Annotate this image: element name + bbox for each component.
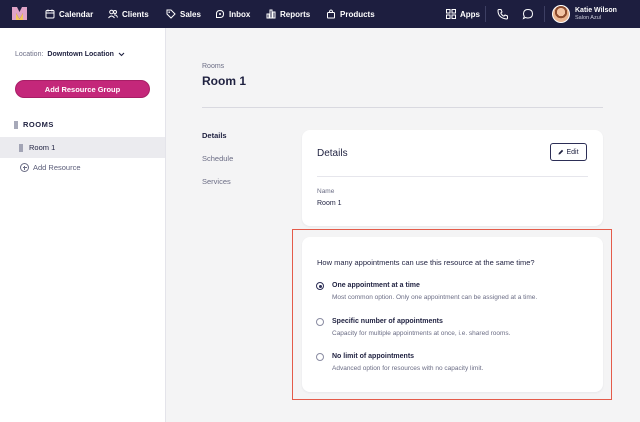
subnav-schedule[interactable]: Schedule xyxy=(202,154,233,163)
user-menu[interactable]: Katie Wilson Salon Azul xyxy=(552,4,617,24)
sidebar-item-label: Room 1 xyxy=(29,143,56,152)
radio-selected[interactable] xyxy=(316,282,324,290)
calendar-icon xyxy=(45,9,55,19)
nav-apps[interactable]: Apps xyxy=(446,0,480,28)
location-value: Downtown Location xyxy=(47,51,114,58)
top-navigation-bar: Calendar Clients Sales Inbox Reports Pro… xyxy=(0,0,640,28)
inbox-icon xyxy=(216,9,225,18)
header-divider xyxy=(202,107,603,108)
nav-clients[interactable]: Clients xyxy=(108,0,149,28)
subnav-details[interactable]: Details xyxy=(202,131,227,140)
details-card: Details Edit Name Room 1 xyxy=(302,130,603,226)
capacity-option-one[interactable]: One appointment at a time Most common op… xyxy=(316,281,537,302)
plus-circle-icon xyxy=(20,163,29,172)
name-field-label: Name xyxy=(317,188,335,195)
logo-icon[interactable] xyxy=(12,7,27,20)
nav-clients-label: Clients xyxy=(122,9,149,19)
details-card-title: Details xyxy=(317,148,348,159)
drag-handle-icon[interactable] xyxy=(19,143,23,152)
capacity-option-unlimited[interactable]: No limit of appointments Advanced option… xyxy=(316,352,483,373)
chevron-down-icon xyxy=(118,52,125,57)
radio-unselected[interactable] xyxy=(316,353,324,361)
option-title: No limit of appointments xyxy=(332,353,415,360)
chat-icon[interactable] xyxy=(522,8,534,20)
apps-grid-icon xyxy=(446,9,456,19)
bar-chart-icon xyxy=(266,9,276,19)
edit-button-label: Edit xyxy=(566,148,579,156)
nav-sales-label: Sales xyxy=(180,9,201,19)
capacity-option-specific[interactable]: Specific number of appointments Capacity… xyxy=(316,317,510,338)
nav-apps-label: Apps xyxy=(460,9,480,19)
card-divider xyxy=(317,176,588,177)
page-title: Room 1 xyxy=(202,74,247,88)
add-resource-link[interactable]: Add Resource xyxy=(20,163,81,172)
phone-icon[interactable] xyxy=(497,8,509,20)
nav-divider xyxy=(485,6,486,22)
nav-inbox[interactable]: Inbox xyxy=(215,0,250,28)
drag-handle-icon[interactable] xyxy=(14,120,18,129)
nav-divider xyxy=(544,6,545,22)
sidebar-item-room-1[interactable]: Room 1 xyxy=(0,137,165,158)
resources-sidebar: Location: Downtown Location Add Resource… xyxy=(0,28,166,422)
bag-icon xyxy=(327,9,335,19)
breadcrumb[interactable]: Rooms xyxy=(202,63,224,70)
option-description: Capacity for multiple appointments at on… xyxy=(332,330,511,337)
option-description: Most common option. Only one appointment… xyxy=(332,294,538,301)
nav-inbox-label: Inbox xyxy=(229,9,251,19)
nav-reports[interactable]: Reports xyxy=(266,0,310,28)
user-name: Katie Wilson xyxy=(575,6,617,14)
nav-calendar-label: Calendar xyxy=(59,9,94,19)
nav-calendar[interactable]: Calendar xyxy=(45,0,93,28)
add-resource-group-button[interactable]: Add Resource Group xyxy=(15,80,150,98)
option-title: Specific number of appointments xyxy=(332,318,443,325)
tag-icon xyxy=(166,9,176,19)
option-title: One appointment at a time xyxy=(332,282,420,289)
salon-name: Salon Azul xyxy=(575,14,601,21)
name-field-value: Room 1 xyxy=(317,200,342,207)
nav-products-label: Products xyxy=(340,9,375,19)
rooms-group-title: ROOMS xyxy=(23,120,54,129)
subnav-services[interactable]: Services xyxy=(202,177,231,186)
option-description: Advanced option for resources with no ca… xyxy=(332,365,484,372)
nav-products[interactable]: Products xyxy=(326,0,375,28)
pencil-icon xyxy=(558,149,564,155)
nav-sales[interactable]: Sales xyxy=(166,0,201,28)
avatar xyxy=(552,5,570,23)
location-label: Location: xyxy=(15,51,44,58)
capacity-card: How many appointments can use this resou… xyxy=(302,237,603,392)
add-resource-label: Add Resource xyxy=(33,163,81,172)
rooms-group-header[interactable]: ROOMS xyxy=(14,120,54,129)
edit-button[interactable]: Edit xyxy=(550,143,587,161)
capacity-question: How many appointments can use this resou… xyxy=(317,258,535,267)
location-selector[interactable]: Location: Downtown Location xyxy=(15,51,125,58)
radio-unselected[interactable] xyxy=(316,318,324,326)
clients-icon xyxy=(108,9,118,19)
nav-reports-label: Reports xyxy=(280,9,311,19)
